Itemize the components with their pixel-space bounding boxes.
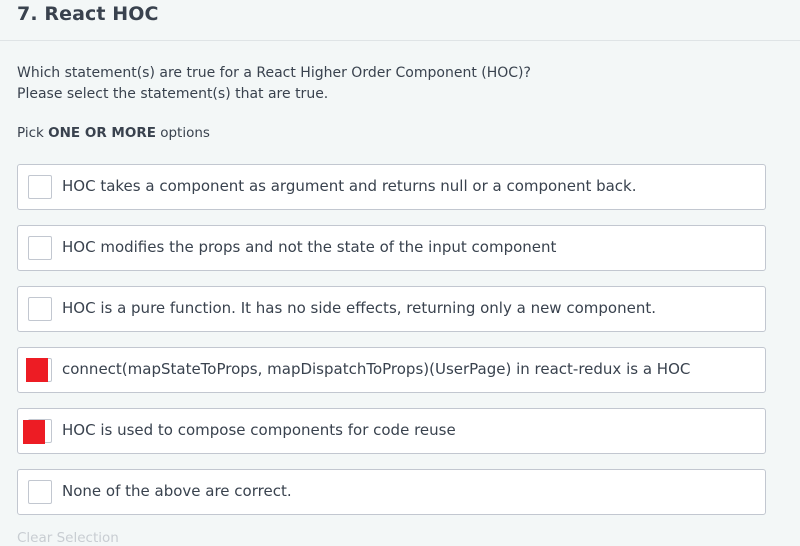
- red-mark: [26, 358, 48, 382]
- pick-suffix: options: [155, 125, 210, 141]
- option-5[interactable]: HOC is used to compose components for co…: [17, 408, 766, 454]
- pick-instruction: Pick ONE OR MORE options: [17, 125, 210, 141]
- option-3[interactable]: HOC is a pure function. It has no side e…: [17, 286, 766, 332]
- option-label: None of the above are correct.: [62, 482, 292, 500]
- question-header: 7. React HOC: [0, 0, 800, 41]
- pick-prefix: Pick: [17, 125, 49, 141]
- red-mark: [23, 420, 45, 444]
- prompt-line-2: Please select the statement(s) that are …: [17, 86, 329, 102]
- option-6[interactable]: None of the above are correct.: [17, 469, 766, 515]
- option-4[interactable]: connect(mapStateToProps, mapDispatchToPr…: [17, 347, 766, 393]
- option-checkbox[interactable]: [28, 480, 52, 504]
- option-checkbox[interactable]: [28, 175, 52, 199]
- option-checkbox[interactable]: [28, 236, 52, 260]
- prompt-line-1: Which statement(s) are true for a React …: [17, 65, 531, 81]
- option-2[interactable]: HOC modifies the props and not the state…: [17, 225, 766, 271]
- option-label: HOC modifies the props and not the state…: [62, 238, 557, 256]
- option-label: HOC is used to compose components for co…: [62, 421, 456, 439]
- option-checkbox[interactable]: [28, 297, 52, 321]
- question-prompt: Which statement(s) are true for a React …: [17, 63, 531, 105]
- option-label: HOC takes a component as argument and re…: [62, 177, 637, 195]
- option-1[interactable]: HOC takes a component as argument and re…: [17, 164, 766, 210]
- option-label: HOC is a pure function. It has no side e…: [62, 299, 656, 317]
- clear-selection-link[interactable]: Clear Selection: [17, 530, 119, 546]
- option-label: connect(mapStateToProps, mapDispatchToPr…: [62, 360, 691, 378]
- pick-emphasis: ONE OR MORE: [48, 125, 156, 141]
- options-list: HOC takes a component as argument and re…: [17, 164, 766, 530]
- question-title: 7. React HOC: [17, 3, 159, 25]
